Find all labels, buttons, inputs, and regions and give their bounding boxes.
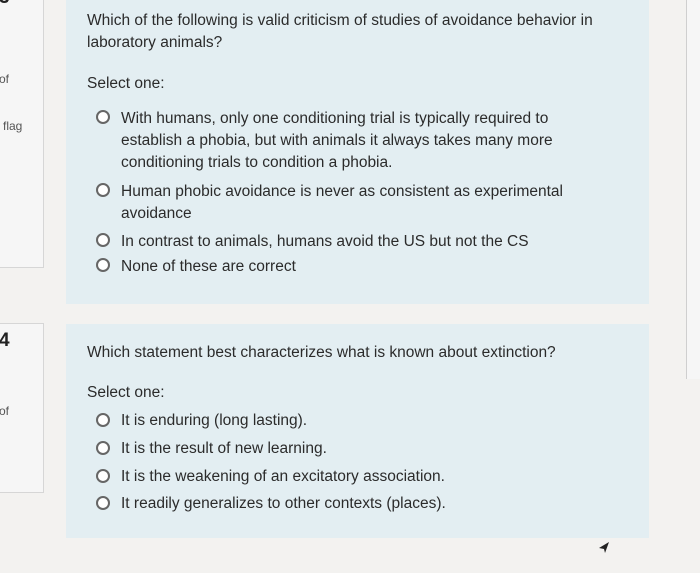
question-status: of bbox=[0, 404, 10, 418]
question-3-info: 3 of e flag bbox=[0, 0, 44, 268]
radio-button[interactable] bbox=[96, 233, 110, 247]
option-label[interactable]: It is the result of new learning. bbox=[121, 438, 599, 460]
option-label[interactable]: It readily generalizes to other contexts… bbox=[121, 493, 599, 515]
radio-button[interactable] bbox=[96, 258, 110, 272]
option-label[interactable]: With humans, only one conditioning trial… bbox=[121, 108, 599, 174]
radio-button[interactable] bbox=[96, 496, 110, 510]
option-label[interactable]: It is the weakening of an excitatory ass… bbox=[121, 466, 599, 488]
option-label[interactable]: In contrast to animals, humans avoid the… bbox=[121, 231, 599, 253]
question-4-formulation: Which statement best characterizes what … bbox=[66, 324, 649, 538]
option-label[interactable]: It is enduring (long lasting). bbox=[121, 410, 599, 432]
question-4-info: 4 of bbox=[0, 323, 44, 493]
select-one-prompt: Select one: bbox=[87, 75, 165, 92]
question-text: Which of the following is valid criticis… bbox=[87, 12, 593, 51]
radio-button[interactable] bbox=[96, 110, 110, 124]
question-status: of bbox=[0, 72, 10, 86]
question-text: Which statement best characterizes what … bbox=[87, 344, 556, 361]
option-label[interactable]: Human phobic avoidance is never as consi… bbox=[121, 181, 599, 225]
radio-button[interactable] bbox=[96, 183, 110, 197]
mouse-cursor-icon bbox=[599, 542, 609, 553]
radio-button[interactable] bbox=[96, 441, 110, 455]
right-panel-edge bbox=[686, 0, 700, 379]
question-number: 4 bbox=[0, 330, 10, 351]
radio-button[interactable] bbox=[96, 413, 110, 427]
radio-button[interactable] bbox=[96, 469, 110, 483]
select-one-prompt: Select one: bbox=[87, 384, 165, 401]
option-label[interactable]: None of these are correct bbox=[121, 256, 599, 278]
question-number: 3 bbox=[0, 0, 10, 9]
question-3-formulation: Which of the following is valid criticis… bbox=[66, 0, 649, 304]
flag-question-link[interactable]: e flag bbox=[0, 119, 22, 133]
